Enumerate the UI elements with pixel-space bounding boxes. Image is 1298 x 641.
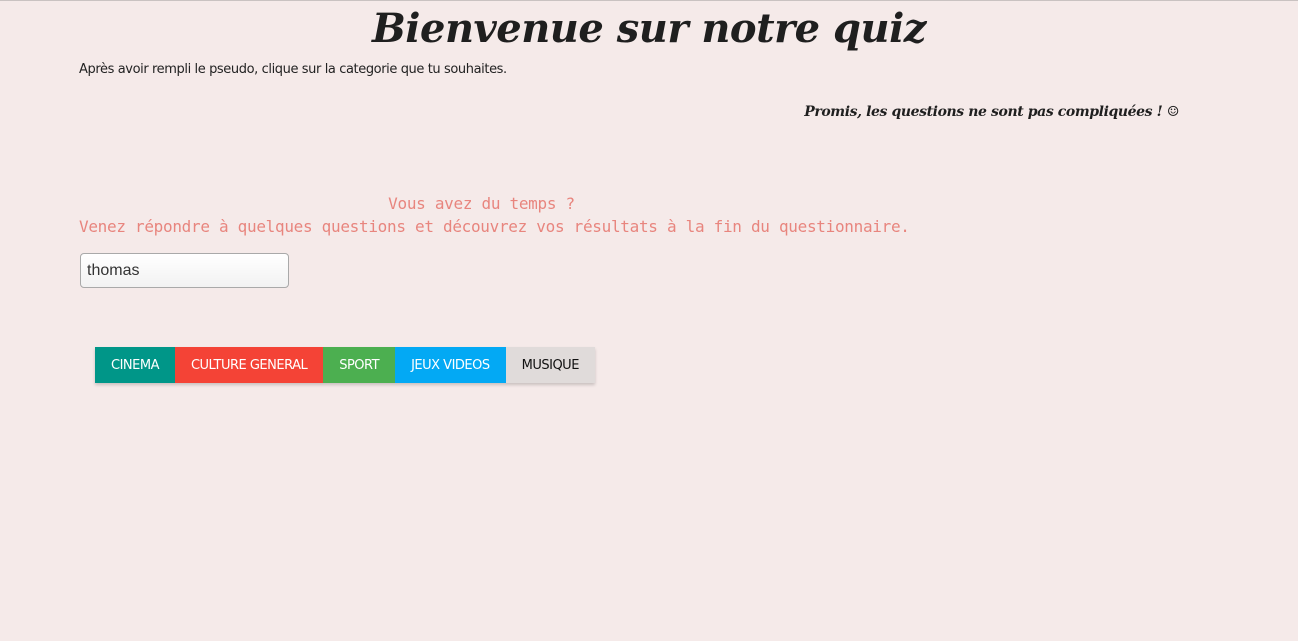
intro-block: Vous avez du temps ? Venez répondre à qu… (79, 192, 910, 238)
page-title: Bienvenue sur notre quiz (371, 5, 927, 52)
promise-text: Promis, les questions ne sont pas compli… (804, 104, 1179, 120)
intro-description: Venez répondre à quelques questions et d… (79, 217, 910, 236)
category-musique-button[interactable]: MUSIQUE (505, 347, 595, 383)
category-cinema-button[interactable]: CINEMA (95, 347, 175, 383)
instructions-text: Après avoir rempli le pseudo, clique sur… (79, 62, 507, 77)
category-jeux-videos-button[interactable]: JEUX VIDEOS (395, 347, 506, 383)
category-sport-button[interactable]: SPORT (323, 347, 396, 383)
category-culture-general-button[interactable]: CULTURE GENERAL (174, 347, 324, 383)
intro-question: Vous avez du temps ? (388, 194, 575, 213)
pseudo-input[interactable] (80, 253, 289, 288)
category-button-group: CINEMA CULTURE GENERAL SPORT JEUX VIDEOS… (95, 347, 595, 383)
